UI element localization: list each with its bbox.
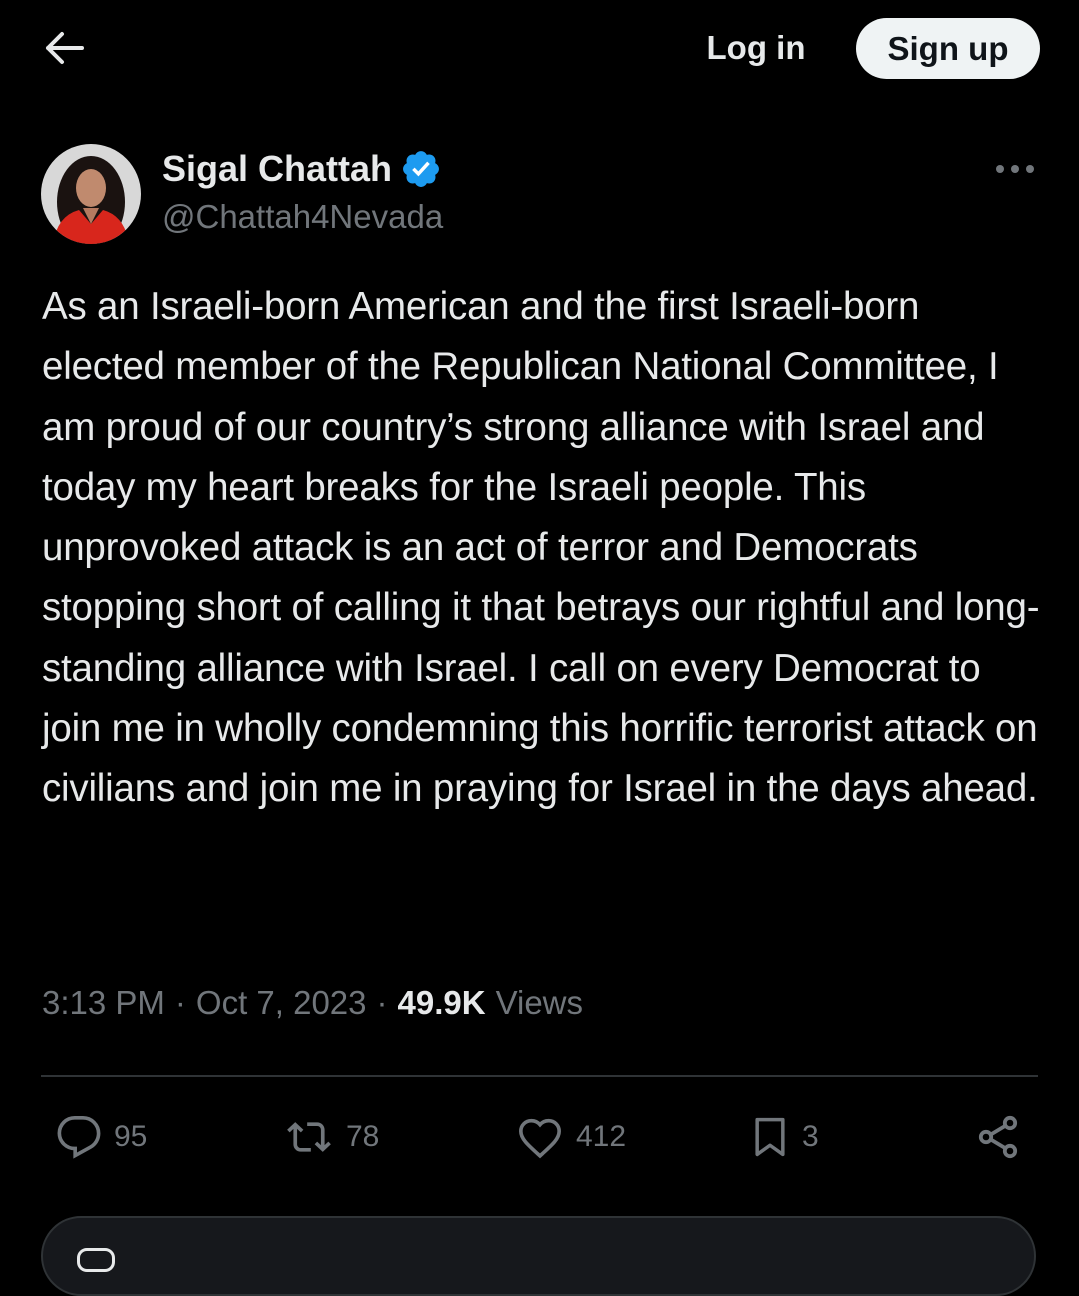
views-count: 49.9K [397, 984, 486, 1021]
more-options-button[interactable] [990, 150, 1040, 188]
verified-badge-icon [400, 148, 442, 190]
bookmark-count: 3 [802, 1120, 819, 1153]
top-bar: Log in Sign up [0, 0, 1079, 96]
signup-button[interactable]: Sign up [856, 18, 1040, 79]
retweet-icon [287, 1122, 331, 1152]
composer-icon [77, 1248, 115, 1272]
bookmark-icon [755, 1117, 785, 1157]
author-handle[interactable]: @Chattah4Nevada [162, 198, 443, 236]
avatar-image [41, 144, 141, 244]
reply-bubble-icon [57, 1116, 101, 1159]
divider [41, 1075, 1038, 1077]
reply-composer[interactable] [41, 1216, 1036, 1296]
tweet-date[interactable]: Oct 7, 2023 [196, 984, 367, 1022]
like-count: 412 [576, 1120, 627, 1153]
reply-button[interactable]: 95 [54, 1110, 147, 1164]
heart-icon [519, 1118, 561, 1159]
author-name-text: Sigal Chattah [162, 148, 393, 189]
tweet-meta: 3:13 PM · Oct 7, 2023 · 49.9K Views [42, 984, 583, 1022]
arrow-left-icon [46, 32, 84, 64]
meta-separator: · [174, 984, 186, 1021]
author-name[interactable]: Sigal Chattah [162, 146, 442, 192]
tweet-text: As an Israeli-born American and the firs… [42, 285, 1040, 811]
login-link[interactable]: Log in [700, 24, 812, 72]
reply-count: 95 [114, 1120, 148, 1153]
retweet-button[interactable]: 78 [282, 1110, 379, 1164]
share-icon [978, 1115, 1018, 1159]
bookmark-button[interactable]: 3 [748, 1110, 819, 1164]
like-button[interactable]: 412 [514, 1110, 626, 1164]
views-label: Views [495, 984, 584, 1021]
more-dots-icon [996, 165, 1034, 173]
share-button[interactable] [974, 1110, 1022, 1164]
meta-separator: · [376, 984, 388, 1021]
avatar[interactable] [41, 144, 141, 244]
back-button[interactable] [40, 26, 88, 70]
retweet-count: 78 [346, 1120, 380, 1153]
tweet-time[interactable]: 3:13 PM [42, 984, 165, 1022]
